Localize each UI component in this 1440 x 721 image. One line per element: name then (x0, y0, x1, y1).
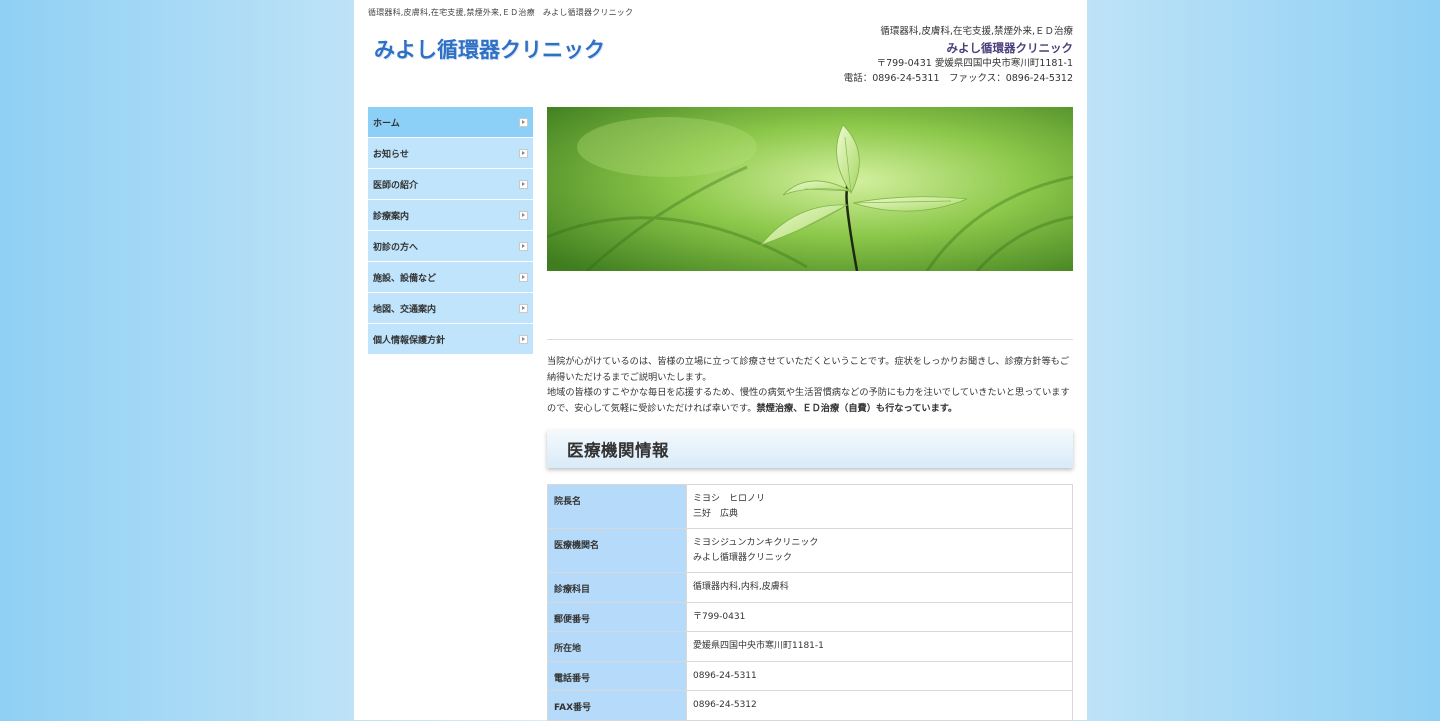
sidebar-item-label: 初診の方へ (373, 242, 419, 253)
row-value: 愛媛県四国中央市寒川町1181-1 (686, 631, 1073, 662)
sidebar-item-label: ホーム (373, 118, 400, 129)
site-logo[interactable]: みよし循環器クリニック (374, 34, 605, 64)
sidebar-nav: ホーム お知らせ 医師の紹介 診療案内 初診の方へ 施設、設備など 地図、交通案… (368, 107, 533, 355)
arrow-right-icon (519, 117, 528, 127)
arrow-right-icon (519, 179, 528, 189)
row-label: 院長名 (547, 484, 687, 529)
intro-emphasis: 禁煙治療、ＥＤ治療（自費）も行なっています。 (756, 402, 958, 414)
sidebar-item-label: 地図、交通案内 (373, 304, 437, 315)
header-phone: 電話：0896-24-5311 ファックス：0896-24-5312 (843, 73, 1073, 84)
header-contact: 循環器科,皮膚科,在宅支援,禁煙外来,ＥＤ治療 みよし循環器クリニック 〒799… (844, 24, 1073, 87)
sidebar-item-map[interactable]: 地図、交通案内 (368, 293, 533, 324)
sidebar-item-guide[interactable]: 診療案内 (368, 200, 533, 231)
table-row: 医療機関名 ミヨシジュンカンキクリニック みよし循環器クリニック (547, 528, 1073, 573)
sidebar-item-first-visit[interactable]: 初診の方へ (368, 231, 533, 262)
row-value: ミヨシジュンカンキクリニック みよし循環器クリニック (686, 528, 1073, 573)
row-label: 所在地 (547, 631, 687, 662)
header-specialties: 循環器科,皮膚科,在宅支援,禁煙外来,ＥＤ治療 (880, 26, 1073, 37)
row-label: 電話番号 (547, 660, 687, 691)
row-label: 郵便番号 (547, 601, 687, 632)
sidebar-item-privacy[interactable]: 個人情報保護方針 (368, 324, 533, 355)
row-label: 診療科目 (547, 572, 687, 603)
header-tagline: 循環器科,皮膚科,在宅支援,禁煙外来,ＥＤ治療 みよし循環器クリニック (368, 8, 634, 17)
table-row: 郵便番号 〒799-0431 (547, 601, 1073, 632)
intro-paragraph-2: 地域の皆様のすこやかな毎日を応援するため、慢性の病気や生活習慣病などの予防にも力… (547, 387, 1070, 414)
row-label: FAX番号 (547, 690, 687, 721)
sidebar-item-doctor[interactable]: 医師の紹介 (368, 169, 533, 200)
row-value: 0896-24-5311 (686, 660, 1073, 691)
sidebar-item-label: 診療案内 (373, 211, 410, 222)
table-row: FAX番号 0896-24-5312 (547, 690, 1073, 721)
arrow-right-icon (519, 241, 528, 251)
table-row: 院長名 ミヨシ ヒロノリ 三好 広典 (547, 484, 1073, 529)
page-container: 循環器科,皮膚科,在宅支援,禁煙外来,ＥＤ治療 みよし循環器クリニック みよし循… (354, 0, 1087, 721)
arrow-right-icon (519, 303, 528, 313)
sidebar-item-label: 医師の紹介 (373, 180, 419, 191)
clinic-info-table: 院長名 ミヨシ ヒロノリ 三好 広典 医療機関名 ミヨシジュンカンキクリニック … (547, 484, 1073, 721)
divider (547, 339, 1073, 340)
arrow-right-icon (519, 272, 528, 282)
table-row: 所在地 愛媛県四国中央市寒川町1181-1 (547, 631, 1073, 662)
table-row: 診療科目 循環器内科,内科,皮膚科 (547, 572, 1073, 603)
sidebar-item-news[interactable]: お知らせ (368, 138, 533, 169)
sidebar-item-facilities[interactable]: 施設、設備など (368, 262, 533, 293)
header-address: 〒799-0431 愛媛県四国中央市寒川町1181-1 (876, 57, 1073, 69)
intro-paragraph-1: 当院が心がけているのは、皆様の立場に立って診療させていただくということです。症状… (547, 356, 1070, 383)
arrow-right-icon (519, 148, 528, 158)
leaf-illustration (547, 107, 1073, 271)
sidebar-item-home[interactable]: ホーム (368, 107, 533, 138)
arrow-right-icon (519, 334, 528, 344)
row-value: 循環器内科,内科,皮膚科 (686, 572, 1073, 603)
section-title-clinic-info: 医療機関情報 (547, 430, 1073, 468)
arrow-right-icon (519, 210, 528, 220)
sidebar-item-label: 施設、設備など (373, 273, 437, 284)
row-value: 0896-24-5312 (686, 690, 1073, 721)
row-label: 医療機関名 (547, 528, 687, 573)
table-row: 電話番号 0896-24-5311 (547, 660, 1073, 691)
row-value: 〒799-0431 (686, 601, 1073, 632)
sidebar-item-label: 個人情報保護方針 (373, 335, 446, 346)
header-clinic-name: みよし循環器クリニック (946, 40, 1074, 55)
sidebar-item-label: お知らせ (373, 149, 409, 160)
row-value: ミヨシ ヒロノリ 三好 広典 (686, 484, 1073, 529)
hero-leaf-image (547, 107, 1073, 271)
intro-text: 当院が心がけているのは、皆様の立場に立って診療させていただくということです。症状… (547, 354, 1073, 416)
